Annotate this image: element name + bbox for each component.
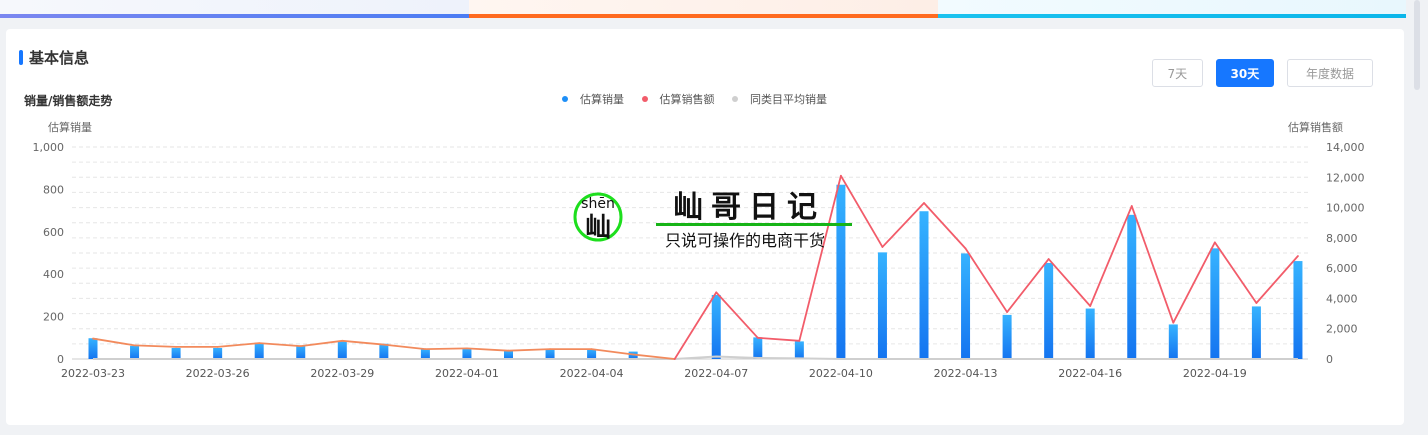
- sales-volume-bar: [296, 345, 306, 359]
- y-axis-left-ticks: 0 200 400 600 800 1,000: [33, 141, 65, 366]
- watermark-underline: [656, 223, 852, 226]
- sales-volume-bar: [130, 345, 140, 359]
- y-axis-left-title: 估算销量: [48, 120, 92, 134]
- y-left-tick-label: 400: [43, 268, 64, 281]
- sales-amount-segment: [507, 348, 551, 352]
- sales-volume-bar: [420, 349, 430, 359]
- watermark-logo-char: 屾: [585, 213, 611, 243]
- x-tick-label: 2022-04-01: [435, 367, 499, 380]
- sales-volume-bar: [1085, 308, 1095, 359]
- x-tick-label: 2022-03-23: [61, 367, 125, 380]
- sales-amount-segment: [424, 347, 468, 351]
- y-left-tick-label: 1,000: [33, 141, 65, 154]
- sales-amount-segment: [756, 336, 801, 342]
- x-tick-label: 2022-04-19: [1183, 367, 1247, 380]
- sales-amount-segment: [964, 247, 1008, 313]
- sales-amount-segment: [1089, 205, 1133, 307]
- y-left-tick-label: 600: [43, 226, 64, 239]
- sales-amount-segment: [715, 291, 759, 339]
- sales-volume-bar: [877, 252, 887, 359]
- y-axis-right-title: 估算销售额: [1288, 120, 1343, 134]
- category-average-polyline: [93, 355, 1298, 360]
- x-tick-label: 2022-03-29: [310, 367, 374, 380]
- sales-volume-bar: [711, 294, 721, 359]
- y-left-tick-label: 800: [43, 183, 64, 196]
- sales-amount-segment: [923, 202, 967, 250]
- y-right-tick-label: 0: [1326, 353, 1333, 366]
- sales-volume-bar: [919, 211, 929, 359]
- sales-volume-bar: [88, 338, 98, 359]
- sales-volume-bar: [504, 350, 513, 359]
- sales-amount-segment: [1130, 205, 1175, 324]
- sales-volume-bar: [1293, 261, 1303, 359]
- sales-amount-segment: [133, 344, 178, 348]
- sales-volume-bar: [1002, 314, 1012, 359]
- sales-volume-bar: [1210, 248, 1220, 359]
- x-tick-label: 2022-04-07: [684, 367, 748, 380]
- sales-amount-segment: [1047, 258, 1092, 307]
- x-tick-label: 2022-04-13: [934, 367, 998, 380]
- y-left-tick-label: 200: [43, 311, 64, 324]
- y-right-tick-label: 14,000: [1326, 141, 1365, 154]
- sales-volume-bar: [1251, 306, 1261, 359]
- category-average-line: [93, 355, 1298, 360]
- y-axis-right-ticks: 0 2,000 4,000 6,000 8,000 10,000 12,000 14,000: [1326, 141, 1365, 366]
- sales-amount-segment: [466, 347, 510, 352]
- sales-amount-segment: [673, 291, 718, 360]
- y-right-tick-label: 2,000: [1326, 323, 1358, 336]
- watermark-pinyin: shēn: [581, 196, 615, 212]
- y-right-tick-label: 12,000: [1326, 171, 1365, 184]
- sales-amount-segment: [881, 202, 925, 248]
- sales-amount-segment: [92, 337, 136, 347]
- watermark-slogan: 只说可操作的电商干货: [665, 231, 825, 250]
- sales-amount-segment: [1255, 255, 1299, 304]
- sales-volume-bar: [753, 337, 763, 359]
- sales-volume-bar: [254, 343, 264, 359]
- watermark-logo: shēn 屾 屾哥日记 只说可操作的电商干货: [573, 180, 863, 258]
- sales-amount-segment: [1006, 258, 1050, 313]
- sales-amount-segment: [1213, 241, 1258, 304]
- sales-volume-bar: [1127, 214, 1137, 359]
- sales-volume-bar: [1044, 262, 1054, 359]
- x-axis-ticks: 2022-03-23 2022-03-26 2022-03-29 2022-04-01…: [61, 367, 1247, 380]
- sales-volume-bar: [337, 340, 347, 359]
- x-tick-label: 2022-04-04: [560, 367, 624, 380]
- sales-amount-segment: [216, 342, 261, 348]
- sales-volume-bar: [171, 347, 181, 359]
- x-tick-label: 2022-03-26: [186, 367, 250, 380]
- x-tick-label: 2022-04-10: [809, 367, 873, 380]
- y-right-tick-label: 4,000: [1326, 292, 1358, 305]
- watermark-graphic: shēn 屾 屾哥日记 只说可操作的电商干货: [573, 190, 852, 250]
- sales-volume-bar: [462, 348, 472, 359]
- y-right-tick-label: 10,000: [1326, 202, 1365, 215]
- watermark-name: 屾哥日记: [673, 190, 825, 225]
- x-tick-label: 2022-04-16: [1058, 367, 1122, 380]
- sales-amount-segment: [1172, 241, 1216, 324]
- y-right-tick-label: 8,000: [1326, 232, 1358, 245]
- sales-volume-bar: [213, 347, 223, 359]
- sales-volume-bar: [587, 349, 597, 359]
- y-right-tick-label: 6,000: [1326, 262, 1358, 275]
- sales-volume-bar: [1168, 324, 1178, 359]
- y-left-tick-label: 0: [57, 353, 64, 366]
- sales-amount-segment: [382, 343, 427, 351]
- sales-amount-segment: [590, 348, 635, 356]
- sales-volume-bar: [794, 341, 804, 359]
- sales-volume-bar: [379, 343, 389, 359]
- sales-amount-segment: [258, 342, 302, 348]
- sales-volume-bar: [961, 253, 971, 359]
